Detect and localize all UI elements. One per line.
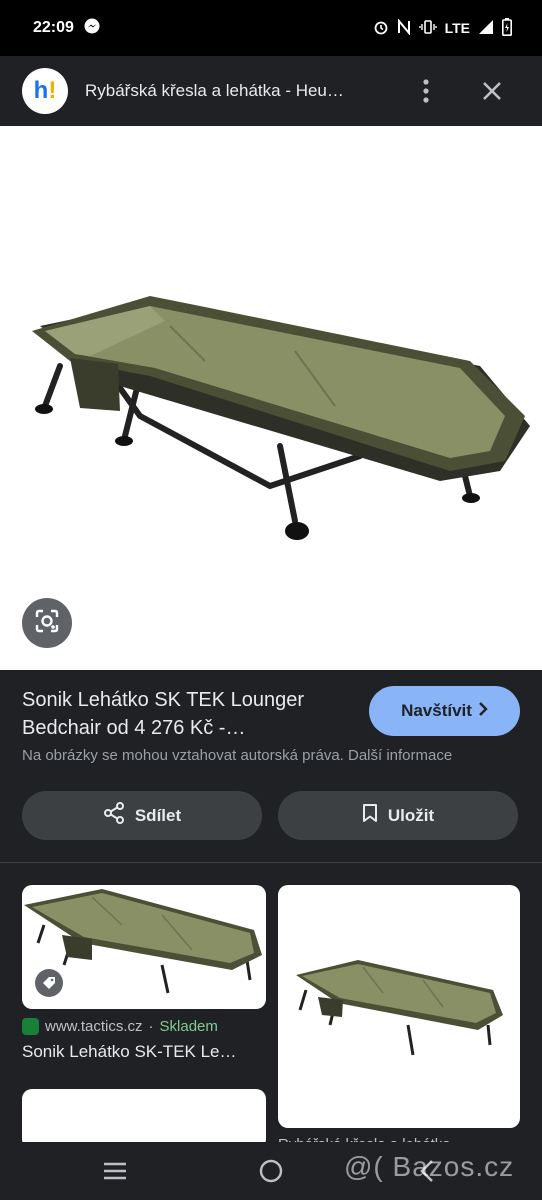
- result-title[interactable]: Sonik Lehátko SK TEK Lounger Bedchair od…: [22, 686, 357, 742]
- result-info: Sonik Lehátko SK TEK Lounger Bedchair od…: [0, 670, 542, 862]
- more-vert-icon[interactable]: [408, 73, 444, 109]
- vibrate-icon: [418, 19, 437, 38]
- copyright-notice[interactable]: Na obrázky se mohou vztahovat autorská p…: [22, 747, 452, 764]
- related-source[interactable]: www.tactics.cz · Skladem: [22, 1018, 218, 1035]
- recent-apps-icon[interactable]: [100, 1156, 130, 1186]
- visit-button[interactable]: Navštívit: [369, 686, 520, 736]
- bedchair-image: [32, 296, 530, 540]
- app-bar: h! Rybářská křesla a lehátka - Heu…: [0, 56, 542, 126]
- favicon-icon: [22, 1018, 39, 1035]
- bookmark-icon: [362, 803, 378, 828]
- battery-icon: [502, 17, 512, 39]
- lens-icon: [34, 608, 60, 639]
- stock-status: Skladem: [159, 1018, 218, 1035]
- signal-icon: [478, 19, 494, 38]
- related-bedchair-image: [296, 960, 503, 1056]
- home-icon[interactable]: [256, 1156, 286, 1186]
- bazos-watermark: @( Bazos.cz: [344, 1151, 515, 1182]
- share-icon: [103, 802, 125, 829]
- source-domain: www.tactics.cz: [45, 1018, 143, 1035]
- related-card-image[interactable]: [278, 885, 520, 1128]
- divider: [0, 862, 542, 863]
- related-card-image[interactable]: [22, 1089, 266, 1149]
- visit-label: Navštívit: [401, 701, 472, 720]
- network-type: LTE: [444, 20, 470, 36]
- share-label: Sdílet: [134, 805, 182, 825]
- messenger-icon: [84, 18, 100, 39]
- related-card-image[interactable]: [22, 885, 266, 1009]
- status-time: 22:09: [33, 19, 74, 36]
- related-bedchair-image: [172, 1143, 232, 1149]
- alarm-icon: [373, 19, 389, 38]
- site-logo-letter: h: [33, 77, 49, 104]
- save-label: Uložit: [387, 805, 435, 825]
- related-title[interactable]: Sonik Lehátko SK-TEK Le…: [22, 1042, 262, 1062]
- page-title[interactable]: Rybářská křesla a lehátka - Heu…: [85, 81, 385, 101]
- nfc-icon: [397, 17, 411, 38]
- source-separator: ·: [148, 1018, 154, 1035]
- chevron-right-icon: [478, 701, 488, 721]
- status-bar: 22:09 LTE: [0, 0, 542, 56]
- save-button[interactable]: Uložit: [278, 791, 518, 840]
- share-button[interactable]: Sdílet: [22, 791, 262, 840]
- main-image[interactable]: [0, 126, 542, 670]
- lens-button[interactable]: [22, 598, 72, 648]
- tag-icon[interactable]: [35, 969, 63, 997]
- close-icon[interactable]: [474, 73, 510, 109]
- site-logo-accent: !: [48, 77, 57, 104]
- site-logo[interactable]: h!: [22, 68, 68, 114]
